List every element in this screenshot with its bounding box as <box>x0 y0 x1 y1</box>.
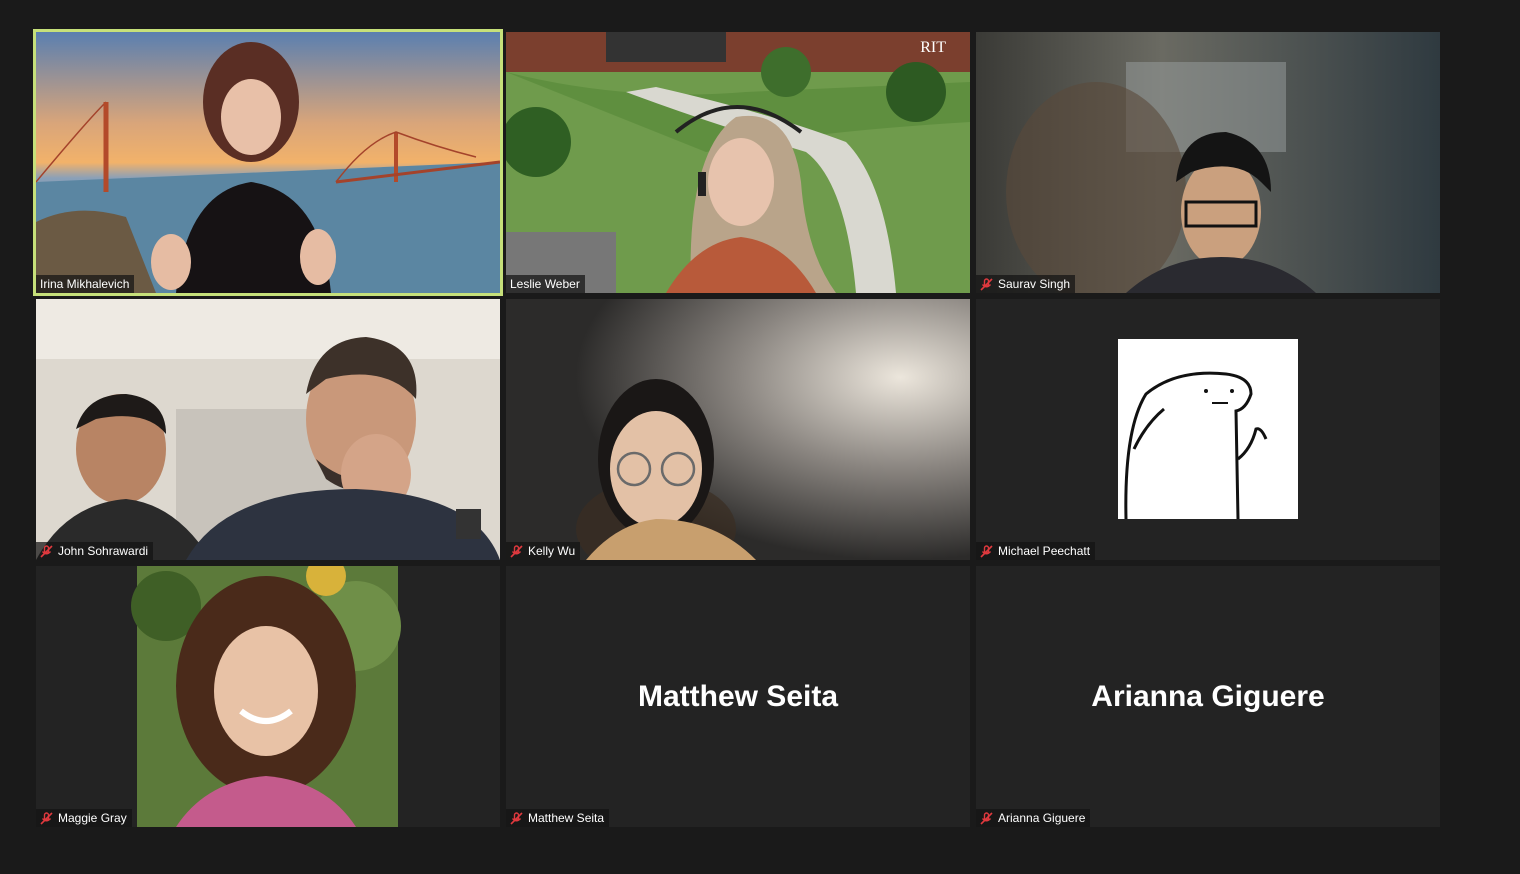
participant-tile[interactable]: Arianna Giguere Arianna Giguere <box>976 566 1440 827</box>
participant-tile[interactable]: Kelly Wu <box>506 299 970 560</box>
muted-mic-icon <box>40 544 53 558</box>
muted-mic-icon <box>980 544 993 558</box>
participant-name: Irina Mikhalevich <box>40 277 130 291</box>
muted-mic-icon <box>510 544 523 558</box>
participant-display-name: Arianna Giguere <box>1091 679 1325 713</box>
muted-mic-icon <box>40 811 53 825</box>
participant-video <box>976 32 1440 293</box>
participant-tile[interactable]: Michael Peechatt <box>976 299 1440 560</box>
participant-tile[interactable]: Maggie Gray <box>36 566 500 827</box>
participant-name: John Sohrawardi <box>58 544 149 558</box>
participant-name-tag: Saurav Singh <box>976 275 1076 293</box>
muted-mic-icon <box>510 811 523 825</box>
video-gallery: Irina Mikhalevich RIT Leslie Weber Saura… <box>33 29 1440 827</box>
participant-name-tag: Maggie Gray <box>36 809 132 827</box>
participant-name: Saurav Singh <box>998 277 1071 291</box>
participant-video <box>36 566 500 827</box>
participant-tile[interactable]: Saurav Singh <box>976 32 1440 293</box>
rit-logo: RIT <box>920 39 946 56</box>
participant-tile[interactable]: John Sohrawardi <box>36 299 500 560</box>
participant-avatar <box>976 299 1440 560</box>
participant-video <box>36 32 500 293</box>
muted-mic-icon <box>980 811 993 825</box>
participant-name: Michael Peechatt <box>998 544 1091 558</box>
participant-name-tag: Arianna Giguere <box>976 809 1091 827</box>
muted-mic-icon <box>980 277 993 291</box>
participant-name-tag: Matthew Seita <box>506 809 610 827</box>
participant-name-tag: Irina Mikhalevich <box>36 275 135 293</box>
participant-name: Maggie Gray <box>58 811 127 825</box>
participant-name: Arianna Giguere <box>998 811 1086 825</box>
participant-name-tag: Leslie Weber <box>506 275 585 293</box>
participant-display-name: Matthew Seita <box>637 679 839 713</box>
participant-video <box>506 299 970 560</box>
participant-video: RIT <box>506 32 970 293</box>
participant-tile[interactable]: Matthew Seita Matthew Seita <box>506 566 970 827</box>
participant-name: Kelly Wu <box>528 544 576 558</box>
participant-name-tag: Kelly Wu <box>506 542 581 560</box>
participant-tile[interactable]: Irina Mikhalevich <box>33 29 503 296</box>
participant-tile[interactable]: RIT Leslie Weber <box>506 32 970 293</box>
participant-name-tag: John Sohrawardi <box>36 542 154 560</box>
participant-name: Matthew Seita <box>528 811 605 825</box>
participant-video <box>36 299 500 560</box>
participant-name: Leslie Weber <box>510 277 580 291</box>
participant-name-tag: Michael Peechatt <box>976 542 1096 560</box>
